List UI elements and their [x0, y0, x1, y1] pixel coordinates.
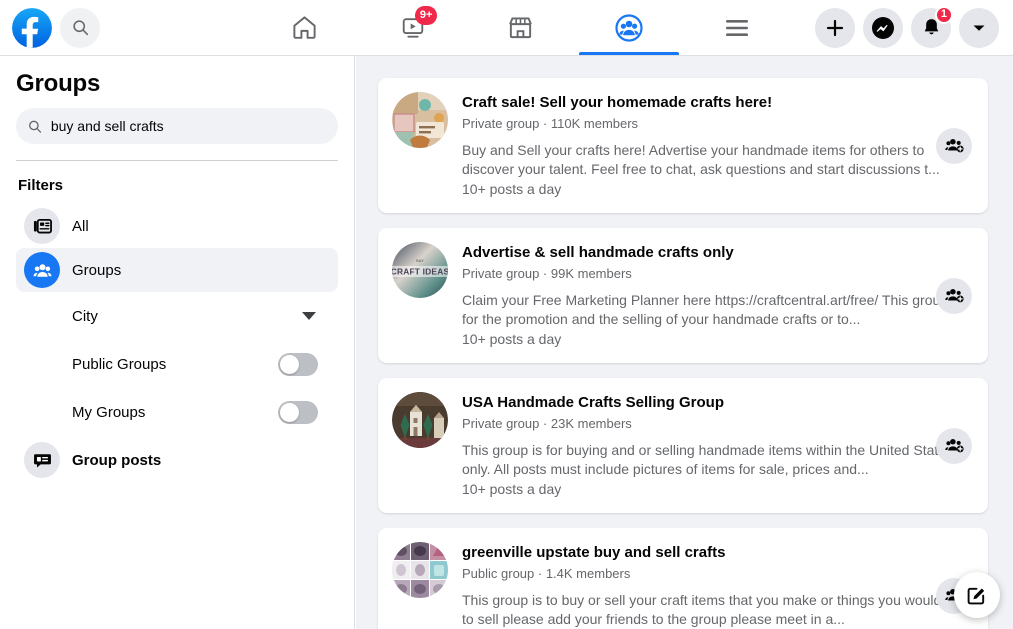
all-results-icon [24, 208, 60, 244]
join-group-button[interactable] [936, 127, 972, 164]
nav-tab-video[interactable]: 9+ [359, 0, 467, 55]
sidebar-item-groups[interactable]: Groups [16, 248, 338, 292]
group-meta: Public group · 1.4K members [462, 566, 631, 581]
group-description: Buy and Sell your crafts here! Advertise… [462, 142, 940, 177]
facebook-logo[interactable] [12, 7, 52, 48]
search-icon [29, 120, 42, 133]
hamburger-menu-icon [725, 19, 748, 36]
group-result-card[interactable]: Craft sale! Sell your homemade crafts he… [378, 78, 988, 213]
group-description: This group is for buying and or selling … [462, 442, 954, 477]
nav-left-group [0, 7, 251, 48]
group-posts-icon [24, 442, 60, 478]
nav-actions: 1 [791, 5, 1013, 48]
plus-icon [826, 19, 844, 36]
group-meta: Private group · 23K members [462, 416, 632, 431]
compose-icon [967, 587, 985, 605]
compose-button[interactable] [954, 572, 1000, 618]
group-title: greenville upstate buy and sell crafts [462, 544, 726, 561]
join-group-button[interactable] [936, 277, 972, 314]
groups-icon [615, 13, 643, 42]
video-badge: 9+ [414, 6, 438, 25]
subfilter-city[interactable]: City [16, 292, 338, 340]
sidebar-item-label: All [72, 217, 89, 235]
nav-tab-home[interactable] [251, 0, 359, 55]
group-activity: 10+ posts a day [462, 181, 562, 197]
nav-tab-groups[interactable] [575, 0, 683, 55]
public-groups-toggle[interactable] [278, 352, 318, 376]
messenger-icon [872, 16, 894, 39]
my-groups-toggle[interactable] [278, 400, 318, 424]
group-description: Claim your Free Marketing Planner here h… [462, 292, 963, 327]
results-list: Craft sale! Sell your homemade crafts he… [356, 56, 1013, 629]
marketplace-icon [509, 17, 533, 39]
svg-text:CRAFT IDEAS: CRAFT IDEAS [392, 267, 448, 277]
messenger-button[interactable] [863, 7, 903, 48]
group-avatar [392, 92, 448, 148]
group-meta: Private group · 99K members [462, 266, 632, 281]
group-result-card[interactable]: CRAFT IDEAS BUY Advertise & sell handmad… [378, 228, 988, 363]
join-group-icon [944, 288, 964, 303]
account-menu-button[interactable] [959, 7, 999, 48]
top-navigation-bar: 9+ 1 [0, 0, 1013, 56]
subfilter-public-groups[interactable]: Public Groups [16, 340, 338, 388]
group-activity: 10+ posts a day [462, 481, 562, 497]
join-group-icon [944, 138, 964, 153]
group-info: Advertise & sell handmade crafts only Pr… [462, 242, 972, 349]
caret-down-icon[interactable] [302, 312, 316, 320]
nav-tab-menu[interactable] [683, 0, 791, 55]
create-button[interactable] [815, 7, 855, 48]
group-info: USA Handmade Crafts Selling Group Privat… [462, 392, 972, 499]
notifications-badge: 1 [934, 5, 953, 24]
group-info: Craft sale! Sell your homemade crafts he… [462, 92, 972, 199]
notifications-button[interactable]: 1 [911, 5, 953, 48]
group-avatar: CRAFT IDEAS BUY [392, 242, 448, 298]
sidebar-search[interactable] [16, 108, 338, 144]
group-avatar [392, 392, 448, 448]
sidebar-item-group-posts[interactable]: Group posts [16, 438, 338, 482]
group-result-card[interactable]: USA Handmade Crafts Selling Group Privat… [378, 378, 988, 513]
svg-text:BUY: BUY [416, 259, 424, 263]
subfilter-label: City [72, 307, 98, 325]
group-title: USA Handmade Crafts Selling Group [462, 394, 724, 411]
sidebar-item-label: Groups [72, 261, 122, 279]
group-avatar [392, 542, 448, 598]
search-results-panel: Craft sale! Sell your homemade crafts he… [356, 56, 1013, 629]
group-result-card[interactable]: greenville upstate buy and sell crafts P… [378, 528, 988, 629]
groups-icon [24, 252, 60, 288]
sidebar-item-all[interactable]: All [16, 204, 338, 248]
group-meta: Private group · 110K members [462, 116, 639, 131]
group-description: This group is to buy or sell your craft … [462, 592, 967, 627]
group-title: Advertise & sell handmade crafts only [462, 244, 734, 261]
subfilter-label: Public Groups [72, 355, 167, 373]
subfilter-label: My Groups [72, 403, 146, 421]
group-title: Craft sale! Sell your homemade crafts he… [462, 94, 773, 111]
join-group-button[interactable] [936, 427, 972, 464]
group-info: greenville upstate buy and sell crafts P… [462, 542, 972, 629]
home-icon [293, 16, 316, 39]
join-group-icon [944, 438, 964, 453]
sidebar-item-label: Group posts [72, 451, 162, 469]
page-title: Groups [16, 70, 101, 97]
nav-tab-marketplace[interactable] [467, 0, 575, 55]
chevron-down-icon [973, 25, 985, 31]
filters-heading: Filters [18, 177, 64, 194]
group-activity: 10+ posts a day [462, 331, 562, 347]
search-icon [72, 20, 88, 36]
subfilter-my-groups[interactable]: My Groups [16, 388, 338, 436]
global-search-button[interactable] [60, 7, 100, 48]
search-input[interactable] [50, 118, 326, 134]
groups-sidebar: Groups Filters All [0, 56, 355, 629]
nav-tabs: 9+ [251, 0, 791, 55]
